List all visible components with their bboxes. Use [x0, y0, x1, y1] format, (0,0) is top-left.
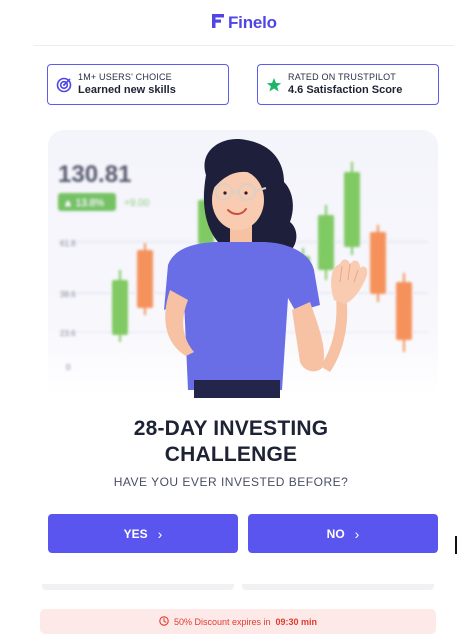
no-button-label: NO — [326, 526, 345, 541]
title-line: 28-DAY INVESTING — [133, 417, 329, 440]
axis-tick: 0 — [66, 363, 71, 372]
woman-character — [164, 139, 368, 398]
yes-button-label: YES — [123, 526, 148, 541]
no-button[interactable]: NO › — [248, 514, 438, 553]
axis-tick: 61.8 — [60, 239, 76, 248]
candle — [112, 280, 128, 335]
chevron-right-icon: › — [354, 525, 360, 542]
change-badge: ▲ 13.8% — [63, 198, 104, 209]
candle — [370, 232, 386, 294]
discount-time: 09:30 min — [275, 616, 318, 627]
discount-timer-bar: 50% Discount expires in 09:30 min — [40, 609, 436, 634]
page-title: 28-DAY INVESTING CHALLENGE — [0, 416, 462, 468]
price-value: 130.81 — [58, 161, 131, 188]
candle — [396, 282, 412, 340]
option-placeholder — [242, 584, 434, 590]
badge-headline: 4.6 Satisfaction Score — [288, 84, 403, 96]
brand-name: Finelo — [228, 13, 277, 32]
option-placeholder — [42, 584, 234, 590]
change-abs: +9.00 — [124, 198, 150, 209]
discount-text: 50% Discount expires in — [173, 616, 271, 627]
badge-caption: 1M+ USERS' CHOICE — [78, 72, 172, 82]
header-divider — [33, 45, 454, 46]
brand[interactable]: Finelo — [212, 13, 277, 33]
question-subtitle: HAVE YOU EVER INVESTED BEFORE? — [113, 475, 349, 489]
axis-tick: 23.6 — [60, 329, 76, 338]
candle — [344, 172, 360, 247]
chevron-right-icon: › — [157, 525, 163, 542]
text-cursor — [455, 536, 457, 554]
hero-illustration: 130.81 ▲ 13.8% +9.00 61.8 38.6 23.6 0 — [48, 130, 438, 398]
clock-icon — [159, 615, 169, 628]
finelo-logo-icon — [212, 13, 224, 33]
users-choice-badge: 1M+ USERS' CHOICE Learned new skills — [47, 64, 229, 105]
candle — [318, 215, 334, 270]
header: Finelo — [0, 0, 462, 46]
badge-caption: RATED ON TRUSTPILOT — [288, 72, 396, 82]
star-icon — [263, 77, 285, 93]
axis-tick: 38.6 — [60, 290, 76, 299]
candle — [137, 250, 153, 308]
investing-illustration: 130.81 ▲ 13.8% +9.00 61.8 38.6 23.6 0 — [58, 139, 428, 398]
title-line: CHALLENGE — [164, 443, 298, 466]
yes-button[interactable]: YES › — [48, 514, 238, 553]
badge-headline: Learned new skills — [78, 84, 176, 96]
target-icon — [53, 77, 75, 93]
trustpilot-badge: RATED ON TRUSTPILOT 4.6 Satisfaction Sco… — [257, 64, 439, 105]
